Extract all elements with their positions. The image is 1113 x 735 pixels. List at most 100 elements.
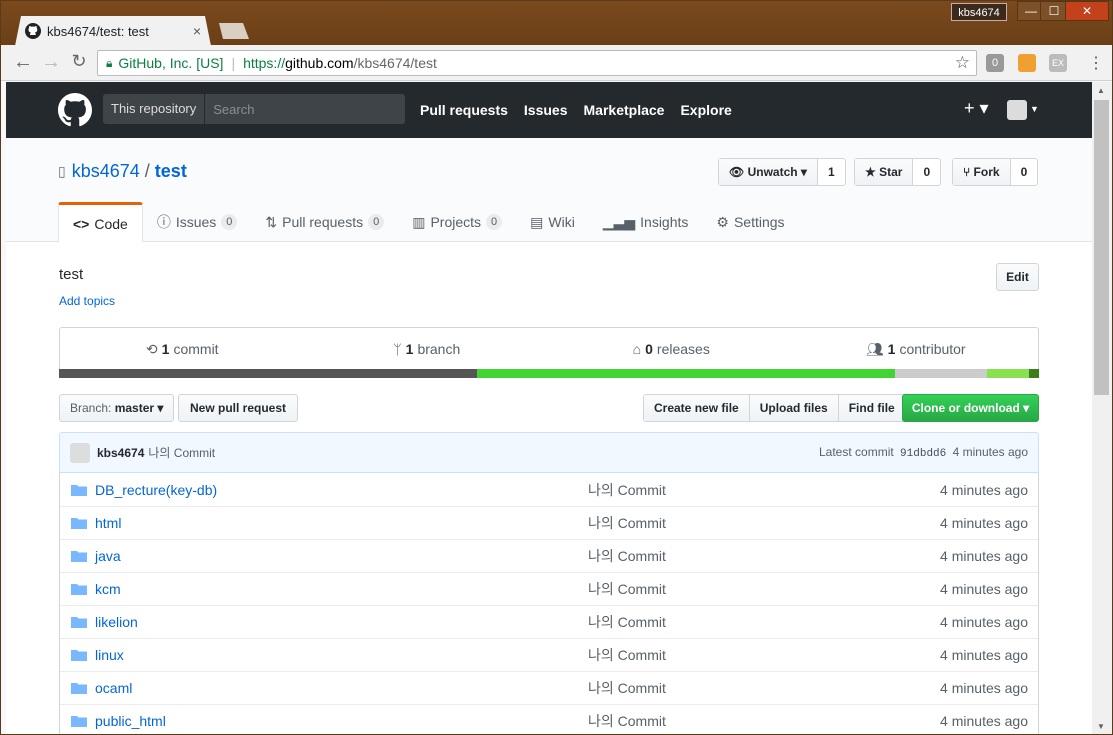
branch-select-button[interactable]: Branch: master ▾ [59, 394, 175, 422]
repo-book-icon: ▯ [58, 163, 66, 179]
list-item[interactable]: ocaml 나의 Commit 4 minutes ago [60, 671, 1038, 704]
issues-count: 0 [221, 214, 238, 230]
file-commit-message[interactable]: 나의 Commit [588, 678, 666, 698]
tab-close-icon[interactable]: × [193, 23, 201, 39]
latest-commit-label: Latest commit [819, 445, 894, 459]
file-commit-message[interactable]: 나의 Commit [588, 480, 666, 500]
file-commit-message[interactable]: 나의 Commit [588, 645, 666, 665]
tab-code[interactable]: <> Code [58, 202, 143, 243]
scrollbar[interactable]: ▲ ▼ [1092, 82, 1112, 734]
file-name-link[interactable]: ocaml [95, 680, 555, 696]
file-name-link[interactable]: public_html [95, 713, 555, 729]
avatar[interactable] [1007, 100, 1027, 120]
branches-summary[interactable]: ᛘ 1 branch [305, 328, 550, 370]
folder-icon [71, 716, 87, 727]
tab-insights[interactable]: ▁▃▅ Insights [589, 202, 703, 242]
list-item[interactable]: kcm 나의 Commit 4 minutes ago [60, 572, 1038, 605]
file-name-link[interactable]: java [95, 548, 555, 564]
list-item[interactable]: linux 나의 Commit 4 minutes ago [60, 638, 1038, 671]
list-item[interactable]: likelion 나의 Commit 4 minutes ago [60, 605, 1038, 638]
tab-settings[interactable]: ⚙ Settings [702, 202, 798, 242]
close-window-button[interactable]: ✕ [1065, 1, 1109, 21]
create-new-menu[interactable]: + ▾ [964, 98, 989, 119]
new-pull-request-button[interactable]: New pull request [178, 394, 299, 422]
branch-icon: ᛘ [393, 341, 402, 357]
commits-summary[interactable]: ⟲ 1 commit [60, 328, 305, 370]
nav-issues[interactable]: Issues [524, 102, 568, 118]
file-commit-message[interactable]: 나의 Commit [588, 579, 666, 599]
folder-icon [71, 518, 87, 529]
nav-explore[interactable]: Explore [680, 102, 731, 118]
latest-commit-info: Latest commit 91dbdd6 4 minutes ago [819, 445, 1028, 460]
file-name-link[interactable]: linux [95, 647, 555, 663]
repo-owner-link[interactable]: kbs4674 [72, 161, 140, 182]
tab-projects[interactable]: ▥ Projects 0 [398, 202, 516, 242]
releases-summary[interactable]: ⌂ 0 releases [549, 328, 794, 370]
clone-download-button[interactable]: Clone or download ▾ [902, 394, 1039, 422]
scrollbar-thumb[interactable] [1094, 100, 1109, 395]
stars-count[interactable]: 0 [913, 159, 940, 185]
file-name-link[interactable]: html [95, 515, 555, 531]
language-bar[interactable] [59, 369, 1039, 378]
list-item[interactable]: public_html 나의 Commit 4 minutes ago [60, 704, 1038, 734]
avatar[interactable] [70, 442, 90, 463]
browser-tab[interactable]: kbs4674/test: test × [15, 16, 211, 46]
list-item[interactable]: java 나의 Commit 4 minutes ago [60, 539, 1038, 572]
file-commit-message[interactable]: 나의 Commit [588, 546, 666, 566]
nav-pull-requests[interactable]: Pull requests [420, 102, 508, 118]
file-age: 4 minutes ago [940, 548, 1028, 564]
github-logo-icon[interactable] [58, 93, 92, 127]
upload-files-button[interactable]: Upload files [749, 395, 839, 421]
extension-counter-icon[interactable]: 0 [986, 54, 1004, 72]
extension-ex-icon[interactable]: EX [1049, 54, 1067, 72]
file-commit-message[interactable]: 나의 Commit [588, 612, 666, 632]
people-icon: 👥︎ [865, 340, 884, 357]
tab-pull-requests[interactable]: ⇅ Pull requests 0 [251, 202, 398, 242]
browser-menu-icon[interactable]: ⋮ [1088, 53, 1104, 73]
search-scope[interactable]: This repository [103, 94, 206, 124]
star-button[interactable]: ★ Star 0 [854, 158, 942, 186]
scroll-down-icon[interactable]: ▼ [1097, 722, 1105, 731]
file-name-link[interactable]: DB_recture(key-db) [95, 482, 555, 498]
forks-count[interactable]: 0 [1011, 159, 1038, 185]
tab-wiki[interactable]: ▤ Wiki [516, 202, 589, 242]
commit-message[interactable]: 나의 Commit [148, 444, 215, 461]
file-commit-message[interactable]: 나의 Commit [588, 711, 666, 731]
unwatch-button[interactable]: 👁︎ Unwatch ▾ 1 [718, 158, 846, 186]
tab-issues[interactable]: ⓘ Issues 0 [143, 202, 252, 242]
search-box[interactable]: This repository Search [103, 94, 405, 124]
watchers-count[interactable]: 1 [818, 159, 845, 185]
fork-button[interactable]: ⑂ Fork 0 [952, 158, 1039, 186]
commit-author[interactable]: kbs4674 [97, 446, 144, 460]
add-topics-link[interactable]: Add topics [59, 294, 115, 308]
contributors-label: contributor [899, 341, 966, 357]
create-new-file-button[interactable]: Create new file [644, 395, 750, 421]
edit-button[interactable]: Edit [996, 263, 1039, 291]
list-item[interactable]: DB_recture(key-db) 나의 Commit 4 minutes ago [60, 473, 1038, 506]
reload-icon[interactable]: ↻ [67, 51, 91, 72]
file-name-link[interactable]: likelion [95, 614, 555, 630]
commit-sha-link[interactable]: 91dbdd6 [900, 448, 946, 460]
maximize-button[interactable]: ☐ [1040, 1, 1068, 21]
avatar-caret-icon[interactable]: ▼ [1030, 104, 1039, 114]
scroll-up-icon[interactable]: ▲ [1097, 86, 1105, 95]
pull-requests-count: 0 [368, 214, 385, 230]
file-commit-message[interactable]: 나의 Commit [588, 513, 666, 533]
extension-icon[interactable] [1018, 54, 1036, 72]
nav-marketplace[interactable]: Marketplace [584, 102, 665, 118]
repo-name-link[interactable]: test [155, 161, 187, 182]
list-item[interactable]: html 나의 Commit 4 minutes ago [60, 506, 1038, 539]
find-file-button[interactable]: Find file [838, 395, 905, 421]
bookmark-star-icon[interactable]: ☆ [955, 53, 970, 73]
contributors-summary[interactable]: 👥︎ 1 contributor [794, 328, 1039, 370]
tab-insights-label: Insights [640, 214, 689, 230]
profile-badge[interactable]: kbs4674 [951, 3, 1007, 21]
search-input[interactable]: Search [205, 102, 254, 117]
address-bar[interactable]: 🔒︎ GitHub, Inc. [US] | https://github.co… [97, 50, 977, 76]
forward-arrow-icon[interactable]: → [39, 51, 63, 74]
file-name-link[interactable]: kcm [95, 581, 555, 597]
project-icon: ▥ [412, 213, 426, 230]
back-arrow-icon[interactable]: ← [11, 51, 35, 74]
security-label: GitHub, Inc. [US] [118, 55, 224, 71]
new-tab-button[interactable] [219, 23, 249, 39]
